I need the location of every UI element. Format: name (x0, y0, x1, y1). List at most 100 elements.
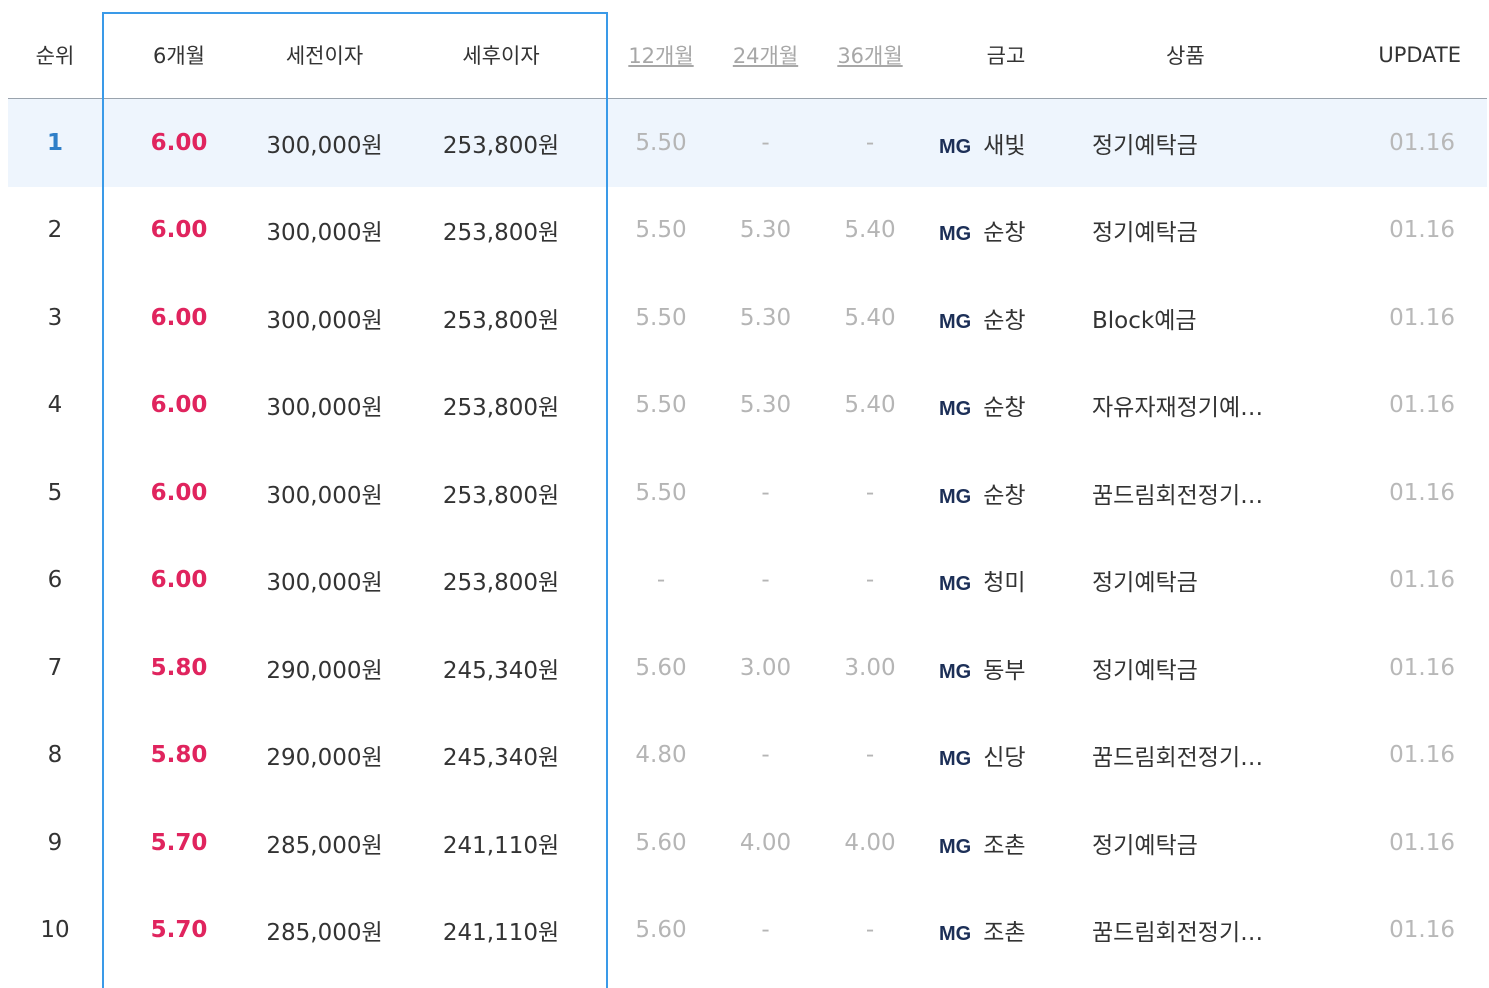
rank-cell: 9 (47, 829, 63, 856)
header-update: UPDATE (1340, 12, 1487, 99)
bank-branch-name: 동부 (983, 657, 1026, 684)
twelve-month-rate-cell: 5.50 (635, 479, 687, 506)
thirtysix-month-rate-cell: 5.40 (844, 392, 896, 419)
twentyfour-month-rate-cell: - (761, 479, 770, 506)
six-month-rate-cell: 6.00 (150, 304, 208, 331)
pre-tax-interest-cell: 300,000원 (266, 307, 383, 334)
bank-cell: MG 동부 (922, 624, 1090, 712)
post-tax-interest-cell: 241,110원 (442, 832, 560, 859)
table-row[interactable]: 2 6.00 300,000원 253,800원 5.50 5.30 5.40 … (8, 187, 1487, 275)
table-row[interactable]: 6 6.00 300,000원 253,800원 - - - MG 청미 정기예탁… (8, 537, 1487, 625)
twentyfour-month-rate-cell: 3.00 (739, 654, 792, 681)
twelve-month-rate-cell: 5.50 (635, 392, 687, 419)
twelve-month-rate-cell: 5.60 (635, 654, 687, 681)
mg-brand-mark: MG (939, 835, 972, 858)
header-thirtysix-month-link[interactable]: 36개월 (818, 12, 922, 99)
table-row[interactable]: 8 5.80 290,000원 245,340원 4.80 - - MG 신당 꿈… (8, 712, 1487, 800)
header-row: 순위 6개월 세전이자 세후이자 12개월 24개월 36개월 금고 상품 UP… (8, 12, 1487, 99)
rank-cell: 7 (47, 654, 63, 681)
thirtysix-month-rate-cell: - (865, 742, 875, 769)
bank-branch-name: 조촌 (983, 920, 1026, 947)
six-month-rate-cell: 6.00 (150, 217, 208, 244)
twentyfour-month-rate-cell: - (713, 98, 818, 187)
bank-cell: MG 신당 (922, 712, 1090, 800)
pre-tax-interest-cell: 300,000원 (266, 570, 383, 597)
product-name-cell[interactable]: 자유자재정기예… (1090, 362, 1340, 450)
table-row[interactable]: 10 5.70 285,000원 241,110원 5.60 - - MG 조촌 … (8, 887, 1487, 975)
update-date-cell: 01.16 (1389, 304, 1455, 331)
product-name-cell[interactable]: 꿈드림회전정기… (1090, 449, 1340, 537)
table-body: 1 6.00 300,000원 253,800원 5.50 - - MG 새빛 정… (8, 98, 1487, 975)
product-name-cell[interactable]: 꿈드림회전정기… (1090, 887, 1340, 975)
table-row[interactable]: 3 6.00 300,000원 253,800원 5.50 5.30 5.40 … (8, 274, 1487, 362)
table-row[interactable]: 7 5.80 290,000원 245,340원 5.60 3.00 3.00 … (8, 624, 1487, 712)
header-pre-tax-interest: 세전이자 (256, 12, 393, 99)
product-name-cell[interactable]: 정기예탁금 (1090, 98, 1340, 187)
header-post-tax-interest: 세후이자 (393, 12, 609, 99)
update-date-cell: 01.16 (1389, 217, 1455, 244)
header-twelve-month-link[interactable]: 12개월 (609, 12, 713, 99)
header-six-month: 6개월 (102, 12, 256, 99)
rank-cell: 1 (8, 98, 102, 187)
thirtysix-month-rate-cell: - (818, 98, 922, 187)
mg-brand-mark: MG (939, 135, 972, 158)
table-header: 순위 6개월 세전이자 세후이자 12개월 24개월 36개월 금고 상품 UP… (8, 12, 1487, 99)
product-name-cell[interactable]: 꿈드림회전정기… (1090, 712, 1340, 800)
table-row[interactable]: 5 6.00 300,000원 253,800원 5.50 - - MG 순창 꿈… (8, 449, 1487, 537)
mg-brand-mark: MG (939, 223, 972, 246)
header-twentyfour-month-link[interactable]: 24개월 (713, 12, 818, 99)
six-month-rate-cell: 6.00 (102, 98, 256, 187)
bank-cell: MG 조촌 (922, 799, 1090, 887)
rank-cell: 2 (47, 217, 63, 244)
bank-cell: MG 청미 (922, 537, 1090, 625)
header-product: 상품 (1090, 12, 1340, 99)
table-row[interactable]: 9 5.70 285,000원 241,110원 5.60 4.00 4.00 … (8, 799, 1487, 887)
six-month-rate-cell: 5.70 (150, 917, 208, 944)
bank-branch-name: 새빛 (983, 132, 1026, 159)
rank-cell: 6 (47, 567, 63, 594)
post-tax-interest-cell: 253,800원 (442, 395, 560, 422)
bank-branch-name: 순창 (983, 395, 1026, 422)
pre-tax-interest-cell: 285,000원 (266, 920, 383, 947)
pre-tax-interest-cell: 300,000원 (266, 395, 383, 422)
update-date-cell: 01.16 (1389, 392, 1455, 419)
mg-brand-mark: MG (939, 485, 972, 508)
bank-branch-name: 순창 (983, 220, 1026, 247)
mg-brand-mark: MG (939, 310, 972, 333)
mg-brand-mark: MG (939, 923, 972, 946)
update-date-cell: 01.16 (1340, 98, 1487, 187)
bank-cell: MG 새빛 (922, 98, 1090, 187)
header-bank: 금고 (922, 12, 1090, 99)
six-month-rate-cell: 5.80 (150, 742, 208, 769)
twelve-month-rate-cell: 5.50 (609, 98, 713, 187)
six-month-rate-cell: 6.00 (150, 479, 208, 506)
bank-cell: MG 조촌 (922, 887, 1090, 975)
thirtysix-month-rate-cell: 3.00 (844, 654, 896, 681)
post-tax-interest-cell: 253,800원 (442, 307, 560, 334)
bank-cell: MG 순창 (922, 449, 1090, 537)
twentyfour-month-rate-cell: 5.30 (739, 392, 792, 419)
twelve-month-rate-cell: 5.60 (635, 917, 687, 944)
product-name-cell[interactable]: 정기예탁금 (1090, 537, 1340, 625)
bank-cell: MG 순창 (922, 274, 1090, 362)
product-name-cell[interactable]: 정기예탁금 (1090, 799, 1340, 887)
thirtysix-month-rate-cell: 4.00 (844, 829, 896, 856)
bank-branch-name: 순창 (983, 482, 1026, 509)
thirtysix-month-rate-cell: - (865, 479, 875, 506)
mg-brand-mark: MG (939, 660, 972, 683)
bank-branch-name: 순창 (983, 307, 1026, 334)
table-row[interactable]: 1 6.00 300,000원 253,800원 5.50 - - MG 새빛 정… (8, 98, 1487, 187)
table-row[interactable]: 4 6.00 300,000원 253,800원 5.50 5.30 5.40 … (8, 362, 1487, 450)
pre-tax-interest-cell: 300,000원 (256, 98, 393, 187)
update-date-cell: 01.16 (1389, 654, 1455, 681)
bank-branch-name: 청미 (983, 570, 1026, 597)
product-name-cell[interactable]: 정기예탁금 (1090, 187, 1340, 275)
twentyfour-month-rate-cell: - (761, 917, 770, 944)
pre-tax-interest-cell: 300,000원 (266, 220, 383, 247)
twentyfour-month-rate-cell: 5.30 (739, 304, 792, 331)
product-name-cell[interactable]: Block예금 (1090, 274, 1340, 362)
twelve-month-rate-cell: 4.80 (635, 742, 687, 769)
product-name-cell[interactable]: 정기예탁금 (1090, 624, 1340, 712)
rank-cell: 10 (40, 917, 70, 944)
pre-tax-interest-cell: 300,000원 (266, 482, 383, 509)
